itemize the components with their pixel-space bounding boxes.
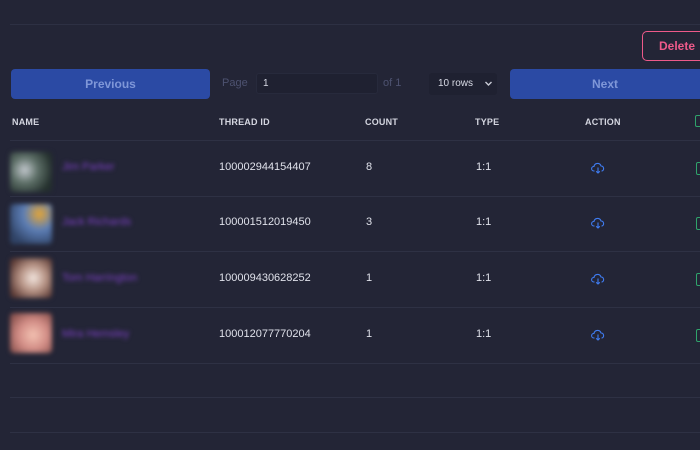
chevron-down-icon bbox=[484, 73, 493, 103]
previous-button[interactable]: Previous bbox=[11, 69, 210, 99]
column-header-action: ACTION bbox=[585, 117, 621, 127]
type-cell: 1:1 bbox=[476, 216, 492, 228]
cloud-download-icon[interactable] bbox=[591, 217, 605, 229]
avatar bbox=[10, 152, 52, 192]
type-cell: 1:1 bbox=[476, 161, 492, 173]
row-divider bbox=[10, 363, 700, 364]
thread-id-cell: 100002944154407 bbox=[219, 161, 311, 173]
delete-button[interactable]: Delete bbox=[642, 31, 700, 61]
column-header-type: TYPE bbox=[475, 117, 500, 127]
page-label: Page bbox=[222, 77, 248, 89]
top-divider bbox=[10, 24, 700, 25]
avatar bbox=[10, 258, 52, 298]
threads-page: Delete Previous Page of 1 10 rows Next N… bbox=[0, 0, 700, 450]
next-button[interactable]: Next bbox=[510, 69, 700, 99]
thread-id-cell: 100001512019450 bbox=[219, 216, 311, 228]
row-checkbox[interactable] bbox=[696, 329, 700, 342]
thread-id-cell: 100009430628252 bbox=[219, 272, 311, 284]
thread-id-cell: 100012077770204 bbox=[219, 328, 311, 340]
rows-per-page-select[interactable]: 10 rows bbox=[429, 73, 497, 95]
row-checkbox[interactable] bbox=[696, 273, 700, 286]
avatar bbox=[10, 204, 52, 244]
pagination-bar: Previous Page of 1 10 rows Next bbox=[0, 69, 700, 100]
type-cell: 1:1 bbox=[476, 272, 492, 284]
rows-per-page-value: 10 rows bbox=[438, 78, 474, 89]
cloud-download-icon[interactable] bbox=[591, 162, 605, 174]
count-cell: 8 bbox=[366, 161, 373, 173]
cloud-download-icon[interactable] bbox=[591, 329, 605, 341]
column-header-thread-id: THREAD ID bbox=[219, 117, 270, 127]
avatar bbox=[10, 313, 52, 353]
count-cell: 3 bbox=[366, 216, 373, 228]
column-header-count: COUNT bbox=[365, 117, 398, 127]
row-divider bbox=[10, 432, 700, 433]
user-name-link[interactable]: Jack Richards bbox=[62, 216, 131, 230]
page-total-label: of 1 bbox=[383, 77, 402, 89]
row-checkbox[interactable] bbox=[696, 217, 700, 230]
user-name-link[interactable]: Mira Hemsley bbox=[62, 328, 129, 342]
page-number-input[interactable] bbox=[256, 73, 378, 94]
type-cell: 1:1 bbox=[476, 328, 492, 340]
user-name-link[interactable]: Jim Parker bbox=[62, 161, 115, 175]
cloud-download-icon[interactable] bbox=[591, 273, 605, 285]
user-name-link[interactable]: Tom Harrington bbox=[62, 272, 137, 286]
row-checkbox[interactable] bbox=[696, 162, 700, 175]
count-cell: 1 bbox=[366, 272, 373, 284]
count-cell: 1 bbox=[366, 328, 373, 340]
row-divider bbox=[10, 397, 700, 398]
select-all-checkbox[interactable] bbox=[695, 115, 700, 127]
column-header-name: NAME bbox=[12, 117, 40, 127]
